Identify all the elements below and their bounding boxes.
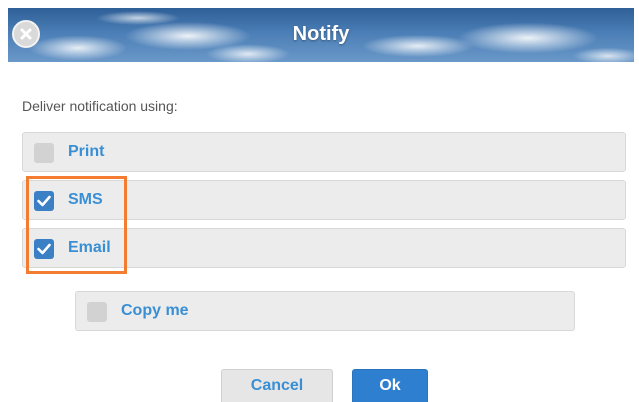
notify-dialog: Notify Deliver notification using: Print…	[0, 0, 639, 402]
option-sms[interactable]: SMS	[22, 180, 626, 220]
option-label-sms: SMS	[68, 191, 103, 208]
copy-me-checkbox[interactable]	[87, 302, 107, 322]
cancel-button[interactable]: Cancel	[221, 369, 333, 402]
option-label-email: Email	[68, 239, 111, 256]
option-label-print: Print	[68, 143, 105, 160]
dialog-title: Notify	[292, 23, 350, 45]
ok-button[interactable]: Ok	[352, 369, 428, 402]
dialog-header: Notify	[8, 8, 634, 62]
sms-checkbox[interactable]	[34, 191, 54, 211]
option-label-copy-me: Copy me	[121, 302, 189, 319]
print-checkbox[interactable]	[34, 143, 54, 163]
option-email[interactable]: Email	[22, 228, 626, 268]
check-icon	[37, 195, 51, 207]
deliver-prompt: Deliver notification using:	[22, 98, 178, 114]
check-icon	[37, 243, 51, 255]
option-print[interactable]: Print	[22, 132, 626, 172]
email-checkbox[interactable]	[34, 239, 54, 259]
option-copy-me[interactable]: Copy me	[75, 291, 575, 331]
